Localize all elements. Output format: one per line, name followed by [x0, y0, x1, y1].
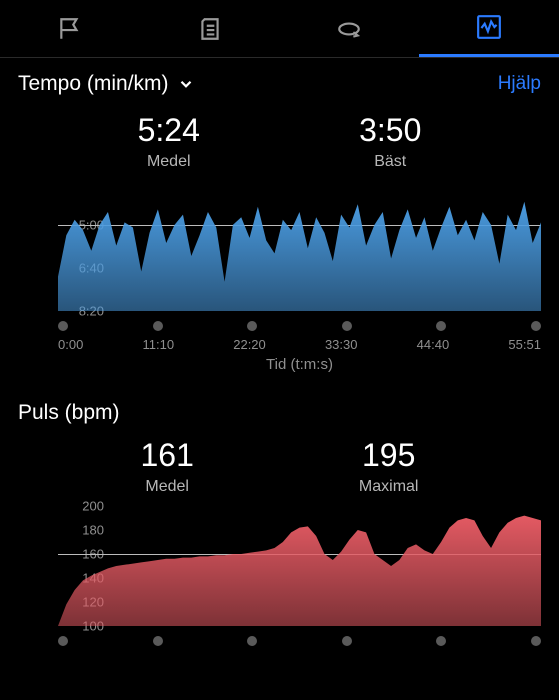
tempo-avg-label: Medel — [138, 153, 200, 171]
time-dot[interactable] — [153, 321, 163, 331]
tempo-avg-stat: 5:24 Medel — [138, 112, 200, 171]
tab-laps[interactable] — [280, 0, 420, 57]
tempo-header: Tempo (min/km) Hjälp — [18, 72, 541, 96]
tempo-stats: 5:24 Medel 3:50 Bäst — [18, 106, 541, 181]
time-dot[interactable] — [58, 321, 68, 331]
tab-charts[interactable] — [419, 0, 559, 57]
tempo-xtick: 55:51 — [508, 337, 541, 352]
tempo-title: Tempo (min/km) — [18, 72, 169, 96]
time-dot[interactable] — [531, 321, 541, 331]
time-dot[interactable] — [436, 636, 446, 646]
puls-chart — [58, 506, 541, 626]
time-dot[interactable] — [436, 321, 446, 331]
tempo-chart-zone: 5:00 6:40 8:20 0:00 11:10 22:20 33:30 44… — [0, 181, 559, 373]
tempo-chart — [58, 181, 541, 311]
tempo-time-dots — [58, 311, 541, 331]
puls-avg-stat: 161 Medel — [141, 437, 194, 496]
loop-icon — [336, 16, 362, 42]
tempo-section: Tempo (min/km) Hjälp 5:24 Medel 3:50 Bäs… — [0, 58, 559, 181]
tempo-best-stat: 3:50 Bäst — [359, 112, 421, 171]
tempo-xtick: 0:00 — [58, 337, 83, 352]
puls-avg-label: Medel — [141, 478, 194, 496]
puls-plot[interactable] — [58, 506, 541, 626]
tempo-xtick: 11:10 — [142, 337, 174, 352]
list-icon — [197, 16, 223, 42]
tab-details[interactable] — [140, 0, 280, 57]
tab-bar — [0, 0, 559, 58]
puls-section: 161 Medel 195 Maximal — [0, 431, 559, 506]
tempo-best-value: 3:50 — [359, 112, 421, 149]
tempo-xtick: 33:30 — [325, 337, 358, 352]
tempo-plot[interactable] — [58, 181, 541, 311]
time-dot[interactable] — [531, 636, 541, 646]
tempo-xtick: 44:40 — [417, 337, 450, 352]
puls-max-stat: 195 Maximal — [359, 437, 419, 496]
puls-time-dots — [58, 626, 541, 646]
flag-icon — [57, 16, 83, 42]
puls-avg-value: 161 — [141, 437, 194, 474]
puls-chart-zone: 200 180 160 140 120 100 — [0, 506, 559, 646]
puls-stats: 161 Medel 195 Maximal — [18, 431, 541, 506]
time-dot[interactable] — [58, 636, 68, 646]
puls-title: Puls (bpm) — [0, 401, 559, 425]
time-dot[interactable] — [247, 636, 257, 646]
time-dot[interactable] — [153, 636, 163, 646]
chevron-down-icon — [177, 75, 195, 93]
tempo-xtick: 22:20 — [233, 337, 266, 352]
time-dot[interactable] — [342, 636, 352, 646]
help-link[interactable]: Hjälp — [498, 73, 541, 95]
tempo-avg-value: 5:24 — [138, 112, 200, 149]
time-dot[interactable] — [342, 321, 352, 331]
time-dot[interactable] — [247, 321, 257, 331]
tab-splits[interactable] — [0, 0, 140, 57]
puls-max-label: Maximal — [359, 478, 419, 496]
tempo-title-dropdown[interactable]: Tempo (min/km) — [18, 72, 195, 96]
puls-max-value: 195 — [359, 437, 419, 474]
tempo-best-label: Bäst — [359, 153, 421, 171]
tempo-xlabel: Tid (t:m:s) — [58, 356, 541, 373]
activity-icon — [476, 14, 502, 40]
tempo-xticks: 0:00 11:10 22:20 33:30 44:40 55:51 — [58, 337, 541, 352]
